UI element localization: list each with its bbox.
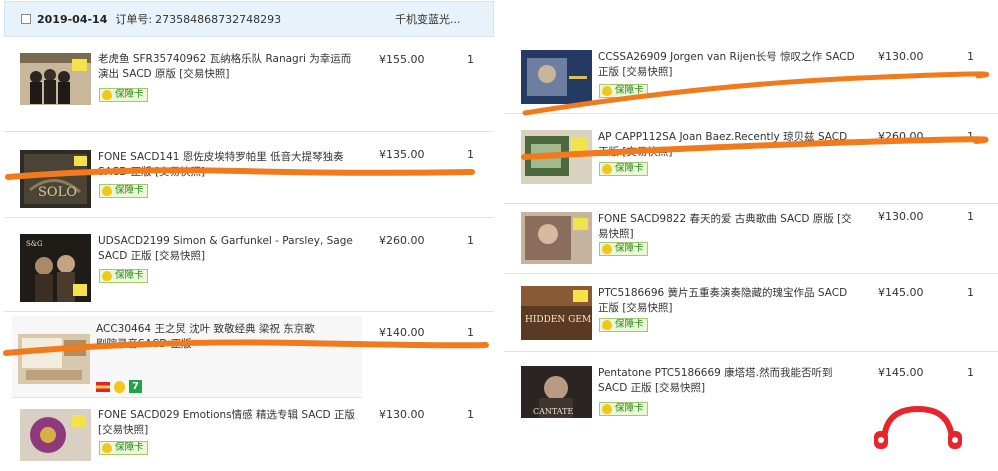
item-quantity: 1 — [967, 130, 974, 143]
shop-name-link[interactable]: 千机变蓝光... — [395, 11, 461, 27]
album-cover-solo[interactable]: SOLO — [20, 150, 91, 208]
item-title-link[interactable]: FONE SACD9822 春天的爱 古典歌曲 SACD 原版 [交易快照] — [598, 212, 856, 242]
cover-text-hidden-gems: HIDDEN GEMS — [525, 315, 592, 325]
guarantee-card-badge[interactable]: 保障卡 — [99, 441, 148, 455]
item-price: ¥145.00 — [878, 366, 924, 379]
order-select-checkbox[interactable] — [21, 14, 31, 24]
svg-text:S&G: S&G — [26, 240, 43, 248]
service-icons: 7 — [96, 380, 142, 393]
guarantee-card-badge[interactable]: 保障卡 — [599, 318, 648, 332]
flag-icon — [96, 381, 110, 392]
item-title-link[interactable]: ACC30464 王之炅 沈叶 致敬经典 梁祝 东京歌剧院录音SACD 正版 — [96, 322, 316, 352]
order-number-label: 订单号: — [115, 13, 153, 26]
guarantee-card-badge[interactable]: 保障卡 — [99, 184, 148, 198]
item-price: ¥260.00 — [379, 234, 425, 247]
guarantee-card-badge[interactable]: 保障卡 — [599, 84, 648, 98]
item-title-link[interactable]: 老虎鱼 SFR35740962 瓦纳格乐队 Ranagri 为幸运而演出 SAC… — [98, 52, 356, 82]
guarantee-card-badge[interactable]: 保障卡 — [599, 242, 648, 256]
item-price: ¥145.00 — [878, 286, 924, 299]
guarantee-card-badge[interactable]: 保障卡 — [599, 402, 648, 416]
order-item-row: SOLO FONE SACD141 恩佐皮埃特罗帕里 低音大提琴独奏 SACD … — [4, 134, 494, 218]
album-cover-package[interactable] — [18, 334, 90, 384]
item-quantity: 1 — [467, 53, 474, 66]
item-quantity: 1 — [967, 366, 974, 379]
seven-day-return-icon[interactable]: 7 — [129, 380, 142, 393]
item-title-link[interactable]: Pentatone PTC5186669 康塔塔.然而我能否听到 SACD 正版… — [598, 366, 856, 396]
order-item-row: ACC30464 王之炅 沈叶 致敬经典 梁祝 东京歌剧院录音SACD 正版 7 — [12, 316, 362, 398]
item-quantity: 1 — [467, 234, 474, 247]
order-number: 273584868732748293 — [155, 12, 282, 26]
cover-text-solo: SOLO — [38, 185, 77, 200]
headphones-logo-icon — [874, 405, 962, 449]
item-price: ¥155.00 — [379, 53, 425, 66]
item-quantity: 1 — [467, 408, 474, 421]
album-cover-hidden-gems[interactable]: HIDDEN GEMS — [521, 286, 597, 340]
item-price: ¥140.00 — [379, 326, 425, 339]
order-item-row: FONE SACD9822 春天的爱 古典歌曲 SACD 原版 [交易快照] 保… — [504, 206, 998, 274]
item-price: ¥130.00 — [878, 50, 924, 63]
item-title-link[interactable]: CCSSA26909 Jorgen van Rijen长号 惊叹之作 SACD … — [598, 50, 856, 80]
item-title-link[interactable]: FONE SACD029 Emotions情感 精选专辑 SACD 正版 [交易… — [98, 408, 356, 438]
order-item-row: HIDDEN GEMS PTC5186696 簧片五重奏演奏隐藏的瑰宝作品 SA… — [504, 276, 998, 352]
item-title-link[interactable]: AP CAPP112SA Joan Baez.Recently 琼贝兹 SACD… — [598, 130, 856, 160]
cover-text-cantata: CANTATE — [533, 407, 573, 416]
item-quantity: 1 — [967, 286, 974, 299]
guarantee-card-badge[interactable]: 保障卡 — [99, 269, 148, 283]
order-panel-left: 2019-04-14 订单号: 273584868732748293 千机变蓝光… — [0, 0, 496, 471]
order-item-row: AP CAPP112SA Joan Baez.Recently 琼贝兹 SACD… — [504, 116, 998, 204]
item-price: ¥260.00 — [878, 130, 924, 143]
item-title-link[interactable]: PTC5186696 簧片五重奏演奏隐藏的瑰宝作品 SACD 正版 [交易快照] — [598, 286, 856, 316]
album-cover-simon-garfunkel[interactable]: S&G — [20, 234, 91, 302]
album-cover-trombone[interactable] — [521, 50, 592, 104]
album-cover-spring-love[interactable] — [521, 212, 592, 264]
album-cover-quartet[interactable] — [20, 53, 91, 105]
item-price: ¥130.00 — [379, 408, 425, 421]
item-title-link[interactable]: FONE SACD141 恩佐皮埃特罗帕里 低音大提琴独奏 SACD 正版 [交… — [98, 150, 356, 180]
order-header: 2019-04-14 订单号: 273584868732748293 千机变蓝光… — [4, 1, 494, 37]
item-quantity: 1 — [467, 148, 474, 161]
item-price: ¥130.00 — [878, 210, 924, 223]
order-item-row: FONE SACD029 Emotions情感 精选专辑 SACD 正版 [交易… — [4, 400, 494, 471]
album-cover-emotions[interactable] — [20, 409, 91, 461]
guarantee-card-badge[interactable]: 保障卡 — [599, 162, 648, 176]
album-cover-joan-baez[interactable] — [521, 130, 592, 184]
item-price: ¥135.00 — [379, 148, 425, 161]
shield-icon[interactable] — [114, 380, 125, 393]
album-cover-cantata[interactable]: CANTATE — [521, 366, 592, 418]
item-quantity: 1 — [967, 50, 974, 63]
item-quantity: 1 — [967, 210, 974, 223]
item-quantity: 1 — [467, 326, 474, 339]
item-title-link[interactable]: UDSACD2199 Simon & Garfunkel - Parsley, … — [98, 234, 356, 264]
order-date: 2019-04-14 — [37, 12, 108, 26]
order-item-row: CCSSA26909 Jorgen van Rijen长号 惊叹之作 SACD … — [504, 32, 998, 114]
order-item-row: 老虎鱼 SFR35740962 瓦纳格乐队 Ranagri 为幸运而演出 SAC… — [4, 38, 494, 132]
guarantee-card-badge[interactable]: 保障卡 — [99, 88, 148, 102]
order-item-row: S&G UDSACD2199 Simon & Garfunkel - Parsl… — [4, 220, 494, 312]
